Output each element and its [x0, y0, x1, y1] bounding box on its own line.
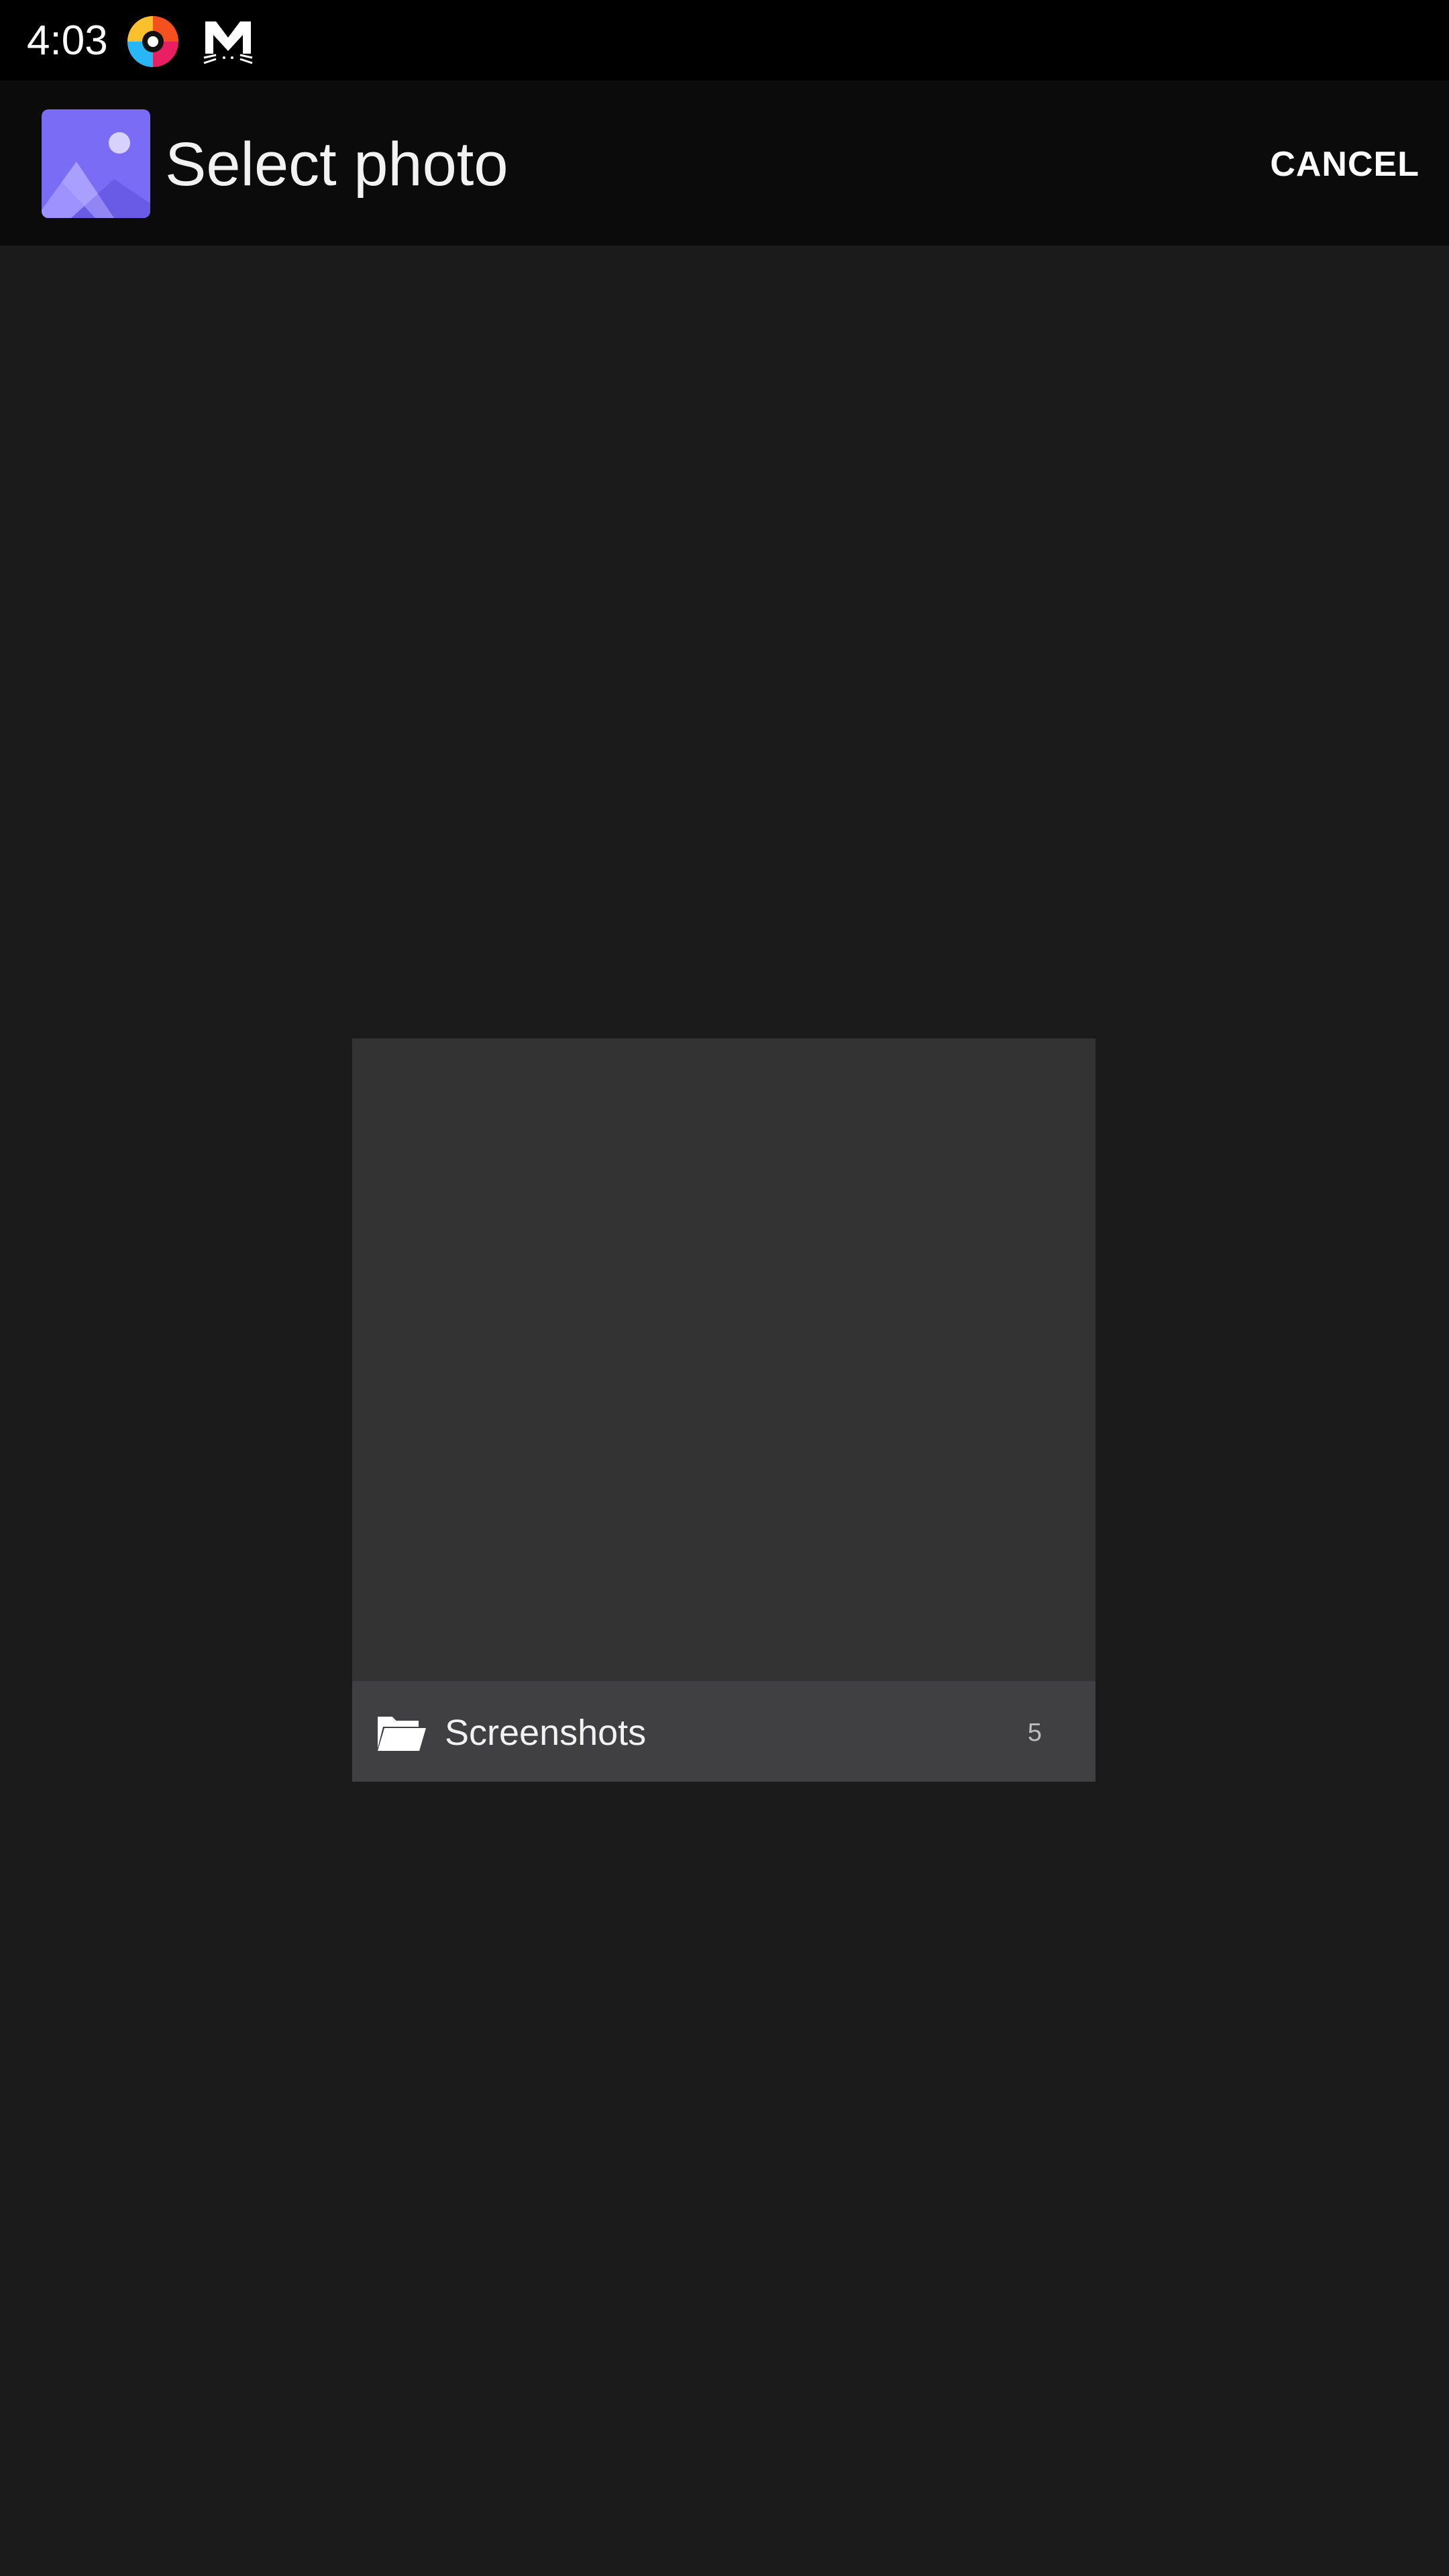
album-thumbnail: [352, 1038, 1095, 1681]
album-tile-screenshots[interactable]: Screenshots 5: [352, 1038, 1095, 1782]
mail-cat-icon: [203, 21, 253, 64]
album-name: Screenshots: [445, 1713, 647, 1753]
album-footer: Screenshots 5: [352, 1681, 1095, 1782]
app-bar: Select photo CANCEL: [0, 80, 1449, 246]
album-count: 5: [1027, 1719, 1042, 1747]
page-title: Select photo: [165, 130, 508, 199]
photo-picker-screen: 4:03 Select photo CANCEL Screenshots 5: [0, 0, 1449, 2576]
status-bar: 4:03: [0, 0, 1449, 80]
folder-open-icon: [378, 1715, 426, 1751]
browser-app-icon: [127, 16, 178, 67]
cancel-button[interactable]: CANCEL: [1270, 80, 1419, 246]
status-time: 4:03: [27, 17, 108, 64]
photo-gallery-icon: [42, 109, 150, 218]
